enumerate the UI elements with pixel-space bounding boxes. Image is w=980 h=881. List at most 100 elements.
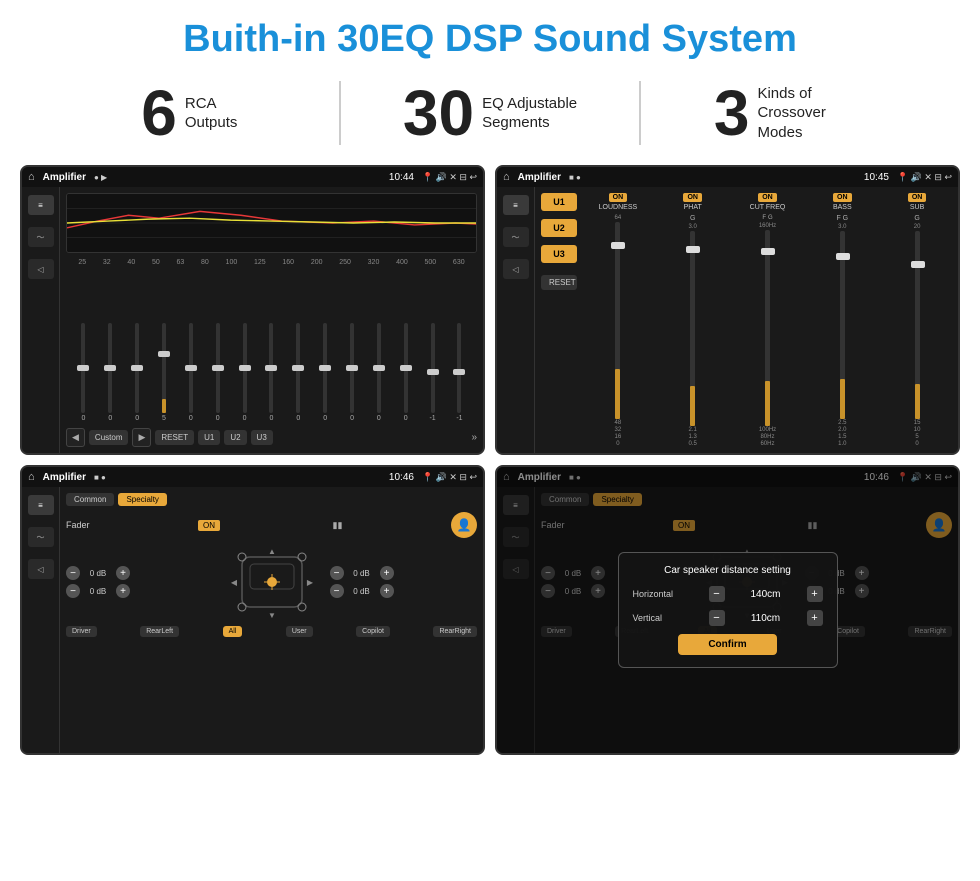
crossover-icon-eq[interactable]: ≡ bbox=[503, 195, 529, 215]
freq-25: 25 bbox=[78, 259, 86, 266]
eq-slider-8[interactable]: 0 bbox=[262, 323, 280, 422]
svg-text:▲: ▲ bbox=[268, 547, 276, 556]
fader-minus-1[interactable]: − bbox=[66, 566, 80, 580]
fader-rearleft-btn[interactable]: RearLeft bbox=[140, 626, 179, 637]
dialog-horizontal-minus[interactable]: − bbox=[709, 586, 725, 602]
fader-vol-row-3: − 0 dB + bbox=[330, 566, 478, 580]
eq-freq-labels: 25 32 40 50 63 80 100 125 160 200 250 32… bbox=[66, 259, 477, 266]
dialog-vertical-plus[interactable]: + bbox=[807, 610, 823, 626]
fader-plus-3[interactable]: + bbox=[380, 566, 394, 580]
eq-slider-10[interactable]: 0 bbox=[316, 323, 334, 422]
dialog-vertical-val: 110cm bbox=[741, 613, 791, 624]
eq-prev-btn[interactable]: ◀ bbox=[66, 428, 85, 447]
dialog-horizontal-row: Horizontal − 140cm + bbox=[633, 586, 823, 602]
eq-icon-wave[interactable]: 〜 bbox=[28, 227, 54, 247]
fader-plus-4[interactable]: + bbox=[380, 584, 394, 598]
eq-slider-6[interactable]: 0 bbox=[209, 323, 227, 422]
dialog-horizontal-label: Horizontal bbox=[633, 589, 693, 599]
bass-on: ON bbox=[833, 193, 852, 202]
fader-tab-specialty[interactable]: Specialty bbox=[118, 493, 166, 506]
fader-all-btn[interactable]: All bbox=[223, 626, 243, 637]
crossover-reset-btn[interactable]: RESET bbox=[541, 275, 577, 290]
freq-500: 500 bbox=[425, 259, 437, 266]
eq-slider-9[interactable]: 0 bbox=[289, 323, 307, 422]
eq-slider-2[interactable]: 0 bbox=[101, 323, 119, 422]
fader-icon-eq[interactable]: ≡ bbox=[28, 495, 54, 515]
eq-reset-btn[interactable]: RESET bbox=[155, 430, 194, 445]
fader-tabs: Common Specialty bbox=[66, 493, 477, 506]
freq-160: 160 bbox=[282, 259, 294, 266]
fader-user-btn[interactable]: User bbox=[286, 626, 313, 637]
fader-plus-2[interactable]: + bbox=[116, 584, 130, 598]
eq-slider-11[interactable]: 0 bbox=[343, 323, 361, 422]
fader-rearright-btn[interactable]: RearRight bbox=[433, 626, 477, 637]
eq-slider-14[interactable]: -1 bbox=[424, 323, 442, 422]
freq-250: 250 bbox=[339, 259, 351, 266]
fader-icon-wave[interactable]: 〜 bbox=[28, 527, 54, 547]
fader-plus-1[interactable]: + bbox=[116, 566, 130, 580]
eq-u3-btn[interactable]: U3 bbox=[251, 430, 273, 445]
car-diagram: ▲ ▼ ◀ ▶ bbox=[222, 542, 322, 622]
freq-50: 50 bbox=[152, 259, 160, 266]
eq-slider-1[interactable]: 0 bbox=[74, 323, 92, 422]
u2-button[interactable]: U2 bbox=[541, 219, 577, 237]
eq-icon-eq[interactable]: ≡ bbox=[28, 195, 54, 215]
stats-row: 6 RCAOutputs 30 EQ AdjustableSegments 3 … bbox=[0, 71, 980, 160]
eq-sliders: 0 0 0 5 0 bbox=[66, 270, 477, 422]
fader-icon-speaker[interactable]: ◁ bbox=[28, 559, 54, 579]
dialog-title: Car speaker distance setting bbox=[633, 565, 823, 576]
eq-slider-7[interactable]: 0 bbox=[236, 323, 254, 422]
home-icon-2: ⌂ bbox=[503, 171, 510, 183]
dialog-horizontal-val: 140cm bbox=[741, 589, 791, 600]
eq-custom-btn[interactable]: Custom bbox=[89, 430, 129, 445]
freq-40: 40 bbox=[127, 259, 135, 266]
screenshots-grid: ⌂ Amplifier ● ▶ 10:44 📍 🔊 ✕ ⊟ ↩ ≡ 〜 ◁ bbox=[0, 160, 980, 765]
dialog-horizontal-plus[interactable]: + bbox=[807, 586, 823, 602]
bass-name: BASS bbox=[833, 204, 852, 211]
crossover-side-icons: ≡ 〜 ◁ bbox=[497, 187, 535, 453]
home-icon: ⌂ bbox=[28, 171, 35, 183]
fader-driver-btn[interactable]: Driver bbox=[66, 626, 97, 637]
fader-minus-4[interactable]: − bbox=[330, 584, 344, 598]
confirm-button[interactable]: Confirm bbox=[678, 634, 776, 655]
stat-eq-number: 30 bbox=[403, 81, 474, 145]
eq-slider-5[interactable]: 0 bbox=[182, 323, 200, 422]
fader-side-icons: ≡ 〜 ◁ bbox=[22, 487, 60, 753]
eq-slider-4[interactable]: 5 bbox=[155, 323, 173, 422]
sub-name: SUB bbox=[910, 204, 924, 211]
crossover-status-bar: ⌂ Amplifier ■ ● 10:45 📍 🔊 ✕ ⊟ ↩ bbox=[497, 167, 958, 187]
eq-slider-15[interactable]: -1 bbox=[450, 323, 468, 422]
fader-minus-3[interactable]: − bbox=[330, 566, 344, 580]
fader-tab-common[interactable]: Common bbox=[66, 493, 114, 506]
stat-rca-number: 6 bbox=[141, 81, 177, 145]
eq-body: ≡ 〜 ◁ bbox=[22, 187, 483, 453]
crossover-icon-speaker[interactable]: ◁ bbox=[503, 259, 529, 279]
fader-status-icons: 📍 🔊 ✕ ⊟ ↩ bbox=[422, 472, 477, 483]
crossover-channels: ON LOUDNESS 64 48 32 16 0 ON bbox=[583, 193, 952, 447]
freq-80: 80 bbox=[201, 259, 209, 266]
u3-button[interactable]: U3 bbox=[541, 245, 577, 263]
eq-icon-speaker[interactable]: ◁ bbox=[28, 259, 54, 279]
svg-text:▼: ▼ bbox=[268, 611, 276, 620]
fader-vol-left: − 0 dB + − 0 dB + bbox=[66, 566, 214, 598]
eq-next-btn[interactable]: ▶ bbox=[132, 428, 151, 447]
fader-minus-2[interactable]: − bbox=[66, 584, 80, 598]
freq-32: 32 bbox=[103, 259, 111, 266]
loudness-on: ON bbox=[609, 193, 628, 202]
eq-slider-13[interactable]: 0 bbox=[397, 323, 415, 422]
stat-eq: 30 EQ AdjustableSegments bbox=[339, 81, 640, 145]
eq-slider-12[interactable]: 0 bbox=[370, 323, 388, 422]
eq-u2-btn[interactable]: U2 bbox=[224, 430, 246, 445]
phat-on: ON bbox=[683, 193, 702, 202]
u1-button[interactable]: U1 bbox=[541, 193, 577, 211]
eq-u1-btn[interactable]: U1 bbox=[198, 430, 220, 445]
channel-sub: ON SUB G 20 15 10 5 0 bbox=[882, 193, 952, 447]
stat-rca-label: RCAOutputs bbox=[185, 94, 238, 133]
crossover-icon-wave[interactable]: 〜 bbox=[503, 227, 529, 247]
fader-copilot-btn[interactable]: Copilot bbox=[356, 626, 390, 637]
fader-label: Fader bbox=[66, 520, 90, 530]
fader-vol-row-1: − 0 dB + bbox=[66, 566, 214, 580]
fader-db-3: 0 dB bbox=[348, 569, 376, 578]
dialog-vertical-minus[interactable]: − bbox=[709, 610, 725, 626]
eq-slider-3[interactable]: 0 bbox=[128, 323, 146, 422]
